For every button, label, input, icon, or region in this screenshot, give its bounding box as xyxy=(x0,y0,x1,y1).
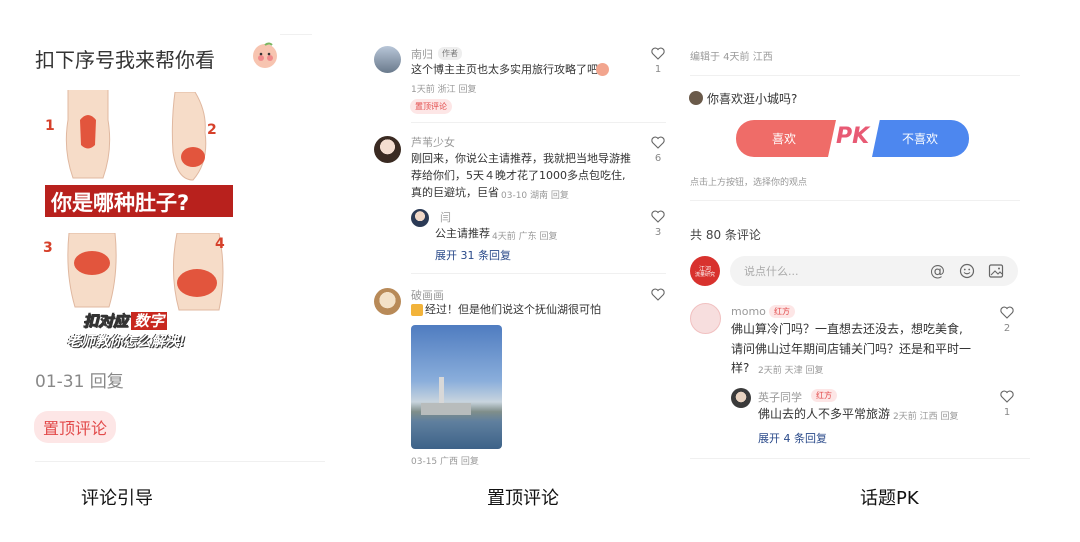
comment-text: 这个博主主页也太多实用旅行攻略了吧 xyxy=(411,63,598,76)
avatar-nangui[interactable] xyxy=(374,46,401,73)
pinned-comment-tag-small: 置顶评论 xyxy=(410,99,452,114)
like-heart-icon[interactable] xyxy=(651,210,665,223)
pk-hint: 点击上方按钮，选择你的观点 xyxy=(690,178,808,188)
panel-topic-pk: 编辑于 4天前 江西 你喜欢逛小城吗? 喜欢 PK 不喜欢 点击上方按钮，选择你… xyxy=(680,0,1080,542)
figure-3-illustration xyxy=(67,233,117,308)
dislike-vote-label: 不喜欢 xyxy=(902,132,939,146)
comment-meta: 2天前 天津 回复 xyxy=(758,366,824,376)
like-heart-icon[interactable] xyxy=(651,136,665,149)
comment-input-placeholder: 说点什么... xyxy=(744,265,799,278)
comment-meta: 03-10 湖南 回复 xyxy=(501,191,569,201)
commenter-name[interactable]: momo xyxy=(731,305,766,318)
reply-meta: 2天前 江西 回复 xyxy=(893,412,959,422)
comment-text-line-1: 佛山算冷门吗？一直想去还没去，想吃美食, xyxy=(731,322,963,336)
comment-divider xyxy=(411,273,666,274)
number-4: 4 xyxy=(215,236,225,252)
poster-line-1: 扣对应 数字 xyxy=(83,310,168,331)
comment-text-line-2: 请问佛山过年期间店铺关门吗？还是和平时一 xyxy=(731,342,972,356)
caption-topic-pk: 话题PK xyxy=(860,488,919,509)
reply-name[interactable]: 英子同学 xyxy=(758,389,802,405)
poster-line-1-b: 数字 xyxy=(131,312,168,330)
reply-text: 公主请推荐 xyxy=(435,227,490,240)
avatar-yingzi[interactable] xyxy=(731,388,751,408)
like-heart-icon[interactable] xyxy=(1000,390,1014,403)
panel1-title: 扣下序号我来帮你看 xyxy=(35,48,215,72)
date-reply: 01-31 回复 xyxy=(35,372,124,392)
like-heart-icon[interactable] xyxy=(1000,306,1014,319)
poster-line-2: 老师教你怎么解决! xyxy=(67,334,186,350)
panel1-bottom-divider xyxy=(35,461,325,462)
peach-icon xyxy=(250,40,280,70)
caption-pinned-comment: 置顶评论 xyxy=(487,488,559,509)
comment-divider xyxy=(411,122,666,123)
user-avatar[interactable]: 江河 流量研究 xyxy=(690,256,720,286)
avatar-text-2: 流量研究 xyxy=(694,272,715,278)
comment-total: 共 80 条评论 xyxy=(690,228,761,242)
comment-text-line-3: 样? xyxy=(731,361,750,375)
like-count: 1 xyxy=(654,64,662,75)
red-side-tag: 红方 xyxy=(769,305,795,318)
pk-question: 你喜欢逛小城吗? xyxy=(707,92,798,106)
belly-poster-image[interactable]: 1 2 你是哪种肚子? 3 4 扣对应 数字 老师教你怎么解决! xyxy=(35,88,275,353)
like-count: 6 xyxy=(654,153,662,164)
commenter-name[interactable]: 芦苇少女 xyxy=(411,134,455,150)
comment-meta: 03-15 广西 回复 xyxy=(411,457,479,467)
reply-meta: 4天前 广东 回复 xyxy=(492,232,558,242)
comment-text-line-1: 刚回来，你说公主请推荐，我就把当地导游推 xyxy=(411,152,631,165)
reply-text: 佛山去的人不多平常旅游 xyxy=(758,407,891,421)
comment-text-line-2: 荐给你们，5天４晚才花了1000多点包吃住, xyxy=(411,169,626,182)
red-side-tag: 红方 xyxy=(811,389,837,402)
edited-info: 编辑于 4天前 江西 xyxy=(690,52,773,63)
poster-headline: 你是哪种肚子? xyxy=(51,191,190,215)
pk-label: PK xyxy=(836,124,870,149)
at-mention-icon[interactable]: @ xyxy=(930,262,945,280)
reply-name[interactable]: 闫 xyxy=(440,209,451,225)
like-vote-label: 喜欢 xyxy=(772,132,797,146)
emoji-icon xyxy=(411,304,423,316)
expand-replies-link[interactable]: 展开 31 条回复 xyxy=(435,247,511,263)
question-avatar xyxy=(689,91,703,105)
poster-line-1-a: 扣对应 xyxy=(83,312,129,331)
pinned-comment-tag: 置顶评论 xyxy=(34,411,117,443)
author-badge: 作者 xyxy=(438,47,462,60)
like-count: 1 xyxy=(1003,407,1011,418)
like-heart-icon[interactable] xyxy=(651,288,665,301)
pk-bottom-divider xyxy=(690,200,1020,201)
number-2: 2 xyxy=(207,122,217,138)
avatar-pohuahua[interactable] xyxy=(374,288,401,315)
panel-pinned-comment: 南归 作者 这个博主主页也太多实用旅行攻略了吧 1天前 浙江 回复 置顶评论 1… xyxy=(370,0,680,542)
pk-comment-divider xyxy=(690,458,1030,459)
figure-1-illustration xyxy=(65,90,111,179)
lake-photo[interactable] xyxy=(411,325,502,449)
comment-meta: 1天前 浙江 回复 xyxy=(411,85,477,95)
emoji-icon[interactable] xyxy=(959,263,975,279)
like-heart-icon[interactable] xyxy=(651,47,665,60)
image-icon[interactable] xyxy=(988,263,1004,279)
avatar-yan[interactable] xyxy=(411,209,429,227)
peach-emoji-icon xyxy=(596,63,609,76)
comment-text: 经过！但是他们说这个抚仙湖很可怕 xyxy=(425,303,601,316)
pk-top-divider xyxy=(690,75,1020,76)
title-divider xyxy=(280,34,312,35)
expand-replies-link[interactable]: 展开 4 条回复 xyxy=(758,430,827,446)
factory-building xyxy=(421,403,471,415)
caption-comment-guide: 评论引导 xyxy=(81,488,153,509)
avatar-momo[interactable] xyxy=(690,303,721,334)
like-count: 3 xyxy=(654,227,662,238)
commenter-name[interactable]: 南归 xyxy=(411,46,433,62)
comment-text-line-3: 真的巨避坑，巨省 xyxy=(411,186,499,199)
number-1: 1 xyxy=(45,118,55,134)
panel-comment-guide: 扣下序号我来帮你看 1 2 你是哪种肚子? 3 4 扣对应 数字 老师教你怎么解… xyxy=(0,0,340,542)
number-3: 3 xyxy=(43,240,53,256)
avatar-luwei[interactable] xyxy=(374,136,401,163)
like-count: 2 xyxy=(1003,323,1011,334)
